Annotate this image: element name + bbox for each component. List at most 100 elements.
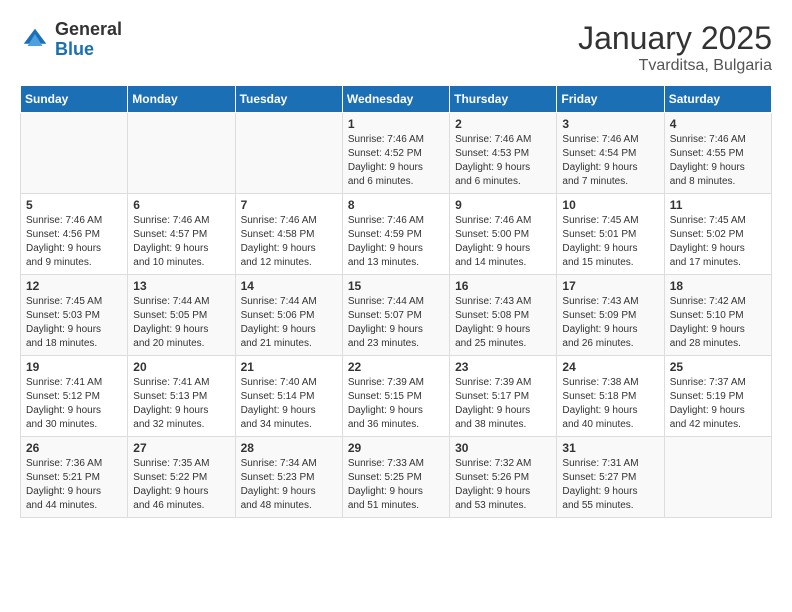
- calendar-week-row: 19 Sunrise: 7:41 AM Sunset: 5:12 PM Dayli…: [21, 356, 772, 437]
- day-header-wednesday: Wednesday: [342, 86, 449, 113]
- day-number: 30: [455, 441, 551, 455]
- day-info: Sunrise: 7:44 AM Sunset: 5:07 PM Dayligh…: [348, 295, 444, 351]
- calendar-cell: 7 Sunrise: 7:46 AM Sunset: 4:58 PM Daylig…: [235, 194, 342, 275]
- calendar-cell: 15 Sunrise: 7:44 AM Sunset: 5:07 PM Dayli…: [342, 275, 449, 356]
- calendar-cell: 27Sunrise: 7:35 AM Sunset: 5:22 PM Dayli…: [128, 437, 235, 518]
- day-info: Sunrise: 7:46 AM Sunset: 4:54 PM Dayligh…: [562, 133, 658, 189]
- day-number: 17: [562, 279, 658, 293]
- calendar-cell: 6 Sunrise: 7:46 AM Sunset: 4:57 PM Daylig…: [128, 194, 235, 275]
- calendar-cell: 25Sunrise: 7:37 AM Sunset: 5:19 PM Dayli…: [664, 356, 771, 437]
- calendar-cell: 8 Sunrise: 7:46 AM Sunset: 4:59 PM Daylig…: [342, 194, 449, 275]
- day-info: Sunrise: 7:39 AM Sunset: 5:17 PM Dayligh…: [455, 376, 551, 432]
- logo-general: General: [55, 20, 122, 40]
- day-number: 15: [348, 279, 444, 293]
- calendar-cell: 18Sunrise: 7:42 AM Sunset: 5:10 PM Dayli…: [664, 275, 771, 356]
- day-info: Sunrise: 7:34 AM Sunset: 5:23 PM Dayligh…: [241, 457, 337, 513]
- calendar-cell: 31Sunrise: 7:31 AM Sunset: 5:27 PM Dayli…: [557, 437, 664, 518]
- calendar-week-row: 5 Sunrise: 7:46 AM Sunset: 4:56 PM Daylig…: [21, 194, 772, 275]
- day-info: Sunrise: 7:32 AM Sunset: 5:26 PM Dayligh…: [455, 457, 551, 513]
- day-info: Sunrise: 7:46 AM Sunset: 4:53 PM Dayligh…: [455, 133, 551, 189]
- day-number: 12: [26, 279, 122, 293]
- calendar-cell: 9 Sunrise: 7:46 AM Sunset: 5:00 PM Daylig…: [450, 194, 557, 275]
- day-number: 7: [241, 198, 337, 212]
- day-header-friday: Friday: [557, 86, 664, 113]
- calendar-cell: 28 Sunrise: 7:34 AM Sunset: 5:23 PM Dayli…: [235, 437, 342, 518]
- day-info: Sunrise: 7:46 AM Sunset: 4:59 PM Dayligh…: [348, 214, 444, 270]
- calendar-cell: 12 Sunrise: 7:45 AM Sunset: 5:03 PM Dayli…: [21, 275, 128, 356]
- day-number: 24: [562, 360, 658, 374]
- calendar-week-row: 1 Sunrise: 7:46 AM Sunset: 4:52 PM Daylig…: [21, 113, 772, 194]
- calendar-cell: 4 Sunrise: 7:46 AM Sunset: 4:55 PM Daylig…: [664, 113, 771, 194]
- calendar-cell: 17Sunrise: 7:43 AM Sunset: 5:09 PM Dayli…: [557, 275, 664, 356]
- logo-icon: [20, 25, 50, 55]
- logo-text: General Blue: [55, 20, 122, 60]
- logo-blue: Blue: [55, 40, 122, 60]
- day-number: 20: [133, 360, 229, 374]
- day-number: 5: [26, 198, 122, 212]
- day-number: 16: [455, 279, 551, 293]
- day-number: 18: [670, 279, 766, 293]
- day-info: Sunrise: 7:44 AM Sunset: 5:05 PM Dayligh…: [133, 295, 229, 351]
- day-number: 3: [562, 117, 658, 131]
- day-number: 2: [455, 117, 551, 131]
- calendar-cell: 13 Sunrise: 7:44 AM Sunset: 5:05 PM Dayli…: [128, 275, 235, 356]
- day-number: 28: [241, 441, 337, 455]
- day-info: Sunrise: 7:45 AM Sunset: 5:01 PM Dayligh…: [562, 214, 658, 270]
- day-info: Sunrise: 7:43 AM Sunset: 5:08 PM Dayligh…: [455, 295, 551, 351]
- calendar-cell: 30 Sunrise: 7:32 AM Sunset: 5:26 PM Dayli…: [450, 437, 557, 518]
- day-info: Sunrise: 7:46 AM Sunset: 4:58 PM Dayligh…: [241, 214, 337, 270]
- calendar-table: SundayMondayTuesdayWednesdayThursdayFrid…: [20, 85, 772, 518]
- calendar-cell: [664, 437, 771, 518]
- calendar-cell: 10 Sunrise: 7:45 AM Sunset: 5:01 PM Dayli…: [557, 194, 664, 275]
- day-info: Sunrise: 7:39 AM Sunset: 5:15 PM Dayligh…: [348, 376, 444, 432]
- day-number: 19: [26, 360, 122, 374]
- month-title: January 2025: [578, 20, 772, 57]
- logo: General Blue: [20, 20, 122, 60]
- day-info: Sunrise: 7:46 AM Sunset: 5:00 PM Dayligh…: [455, 214, 551, 270]
- day-info: Sunrise: 7:41 AM Sunset: 5:12 PM Dayligh…: [26, 376, 122, 432]
- calendar-cell: [21, 113, 128, 194]
- day-number: 13: [133, 279, 229, 293]
- title-block: January 2025 Tvarditsa, Bulgaria: [578, 20, 772, 75]
- calendar-cell: 2 Sunrise: 7:46 AM Sunset: 4:53 PM Daylig…: [450, 113, 557, 194]
- calendar-cell: 14Sunrise: 7:44 AM Sunset: 5:06 PM Dayli…: [235, 275, 342, 356]
- calendar-cell: 22 Sunrise: 7:39 AM Sunset: 5:15 PM Dayli…: [342, 356, 449, 437]
- calendar-cell: 16 Sunrise: 7:43 AM Sunset: 5:08 PM Dayli…: [450, 275, 557, 356]
- calendar-cell: 11Sunrise: 7:45 AM Sunset: 5:02 PM Dayli…: [664, 194, 771, 275]
- calendar-header-row: SundayMondayTuesdayWednesdayThursdayFrid…: [21, 86, 772, 113]
- day-info: Sunrise: 7:38 AM Sunset: 5:18 PM Dayligh…: [562, 376, 658, 432]
- calendar-cell: 19 Sunrise: 7:41 AM Sunset: 5:12 PM Dayli…: [21, 356, 128, 437]
- day-info: Sunrise: 7:36 AM Sunset: 5:21 PM Dayligh…: [26, 457, 122, 513]
- calendar-cell: [235, 113, 342, 194]
- day-number: 4: [670, 117, 766, 131]
- day-number: 23: [455, 360, 551, 374]
- day-number: 1: [348, 117, 444, 131]
- calendar-cell: 5 Sunrise: 7:46 AM Sunset: 4:56 PM Daylig…: [21, 194, 128, 275]
- day-info: Sunrise: 7:46 AM Sunset: 4:55 PM Dayligh…: [670, 133, 766, 189]
- calendar-cell: 1 Sunrise: 7:46 AM Sunset: 4:52 PM Daylig…: [342, 113, 449, 194]
- location: Tvarditsa, Bulgaria: [578, 57, 772, 75]
- day-info: Sunrise: 7:46 AM Sunset: 4:56 PM Dayligh…: [26, 214, 122, 270]
- day-info: Sunrise: 7:33 AM Sunset: 5:25 PM Dayligh…: [348, 457, 444, 513]
- day-number: 10: [562, 198, 658, 212]
- calendar-week-row: 12 Sunrise: 7:45 AM Sunset: 5:03 PM Dayli…: [21, 275, 772, 356]
- calendar-cell: 3 Sunrise: 7:46 AM Sunset: 4:54 PM Daylig…: [557, 113, 664, 194]
- day-number: 8: [348, 198, 444, 212]
- day-number: 6: [133, 198, 229, 212]
- calendar-cell: 23 Sunrise: 7:39 AM Sunset: 5:17 PM Dayli…: [450, 356, 557, 437]
- day-info: Sunrise: 7:44 AM Sunset: 5:06 PM Dayligh…: [241, 295, 337, 351]
- day-info: Sunrise: 7:46 AM Sunset: 4:57 PM Dayligh…: [133, 214, 229, 270]
- calendar-week-row: 26Sunrise: 7:36 AM Sunset: 5:21 PM Dayli…: [21, 437, 772, 518]
- calendar-cell: 21Sunrise: 7:40 AM Sunset: 5:14 PM Dayli…: [235, 356, 342, 437]
- day-header-tuesday: Tuesday: [235, 86, 342, 113]
- calendar-cell: 29Sunrise: 7:33 AM Sunset: 5:25 PM Dayli…: [342, 437, 449, 518]
- day-number: 9: [455, 198, 551, 212]
- day-info: Sunrise: 7:45 AM Sunset: 5:03 PM Dayligh…: [26, 295, 122, 351]
- day-info: Sunrise: 7:46 AM Sunset: 4:52 PM Dayligh…: [348, 133, 444, 189]
- day-number: 25: [670, 360, 766, 374]
- calendar-cell: 20Sunrise: 7:41 AM Sunset: 5:13 PM Dayli…: [128, 356, 235, 437]
- calendar-cell: 24 Sunrise: 7:38 AM Sunset: 5:18 PM Dayli…: [557, 356, 664, 437]
- day-number: 21: [241, 360, 337, 374]
- day-number: 22: [348, 360, 444, 374]
- day-number: 31: [562, 441, 658, 455]
